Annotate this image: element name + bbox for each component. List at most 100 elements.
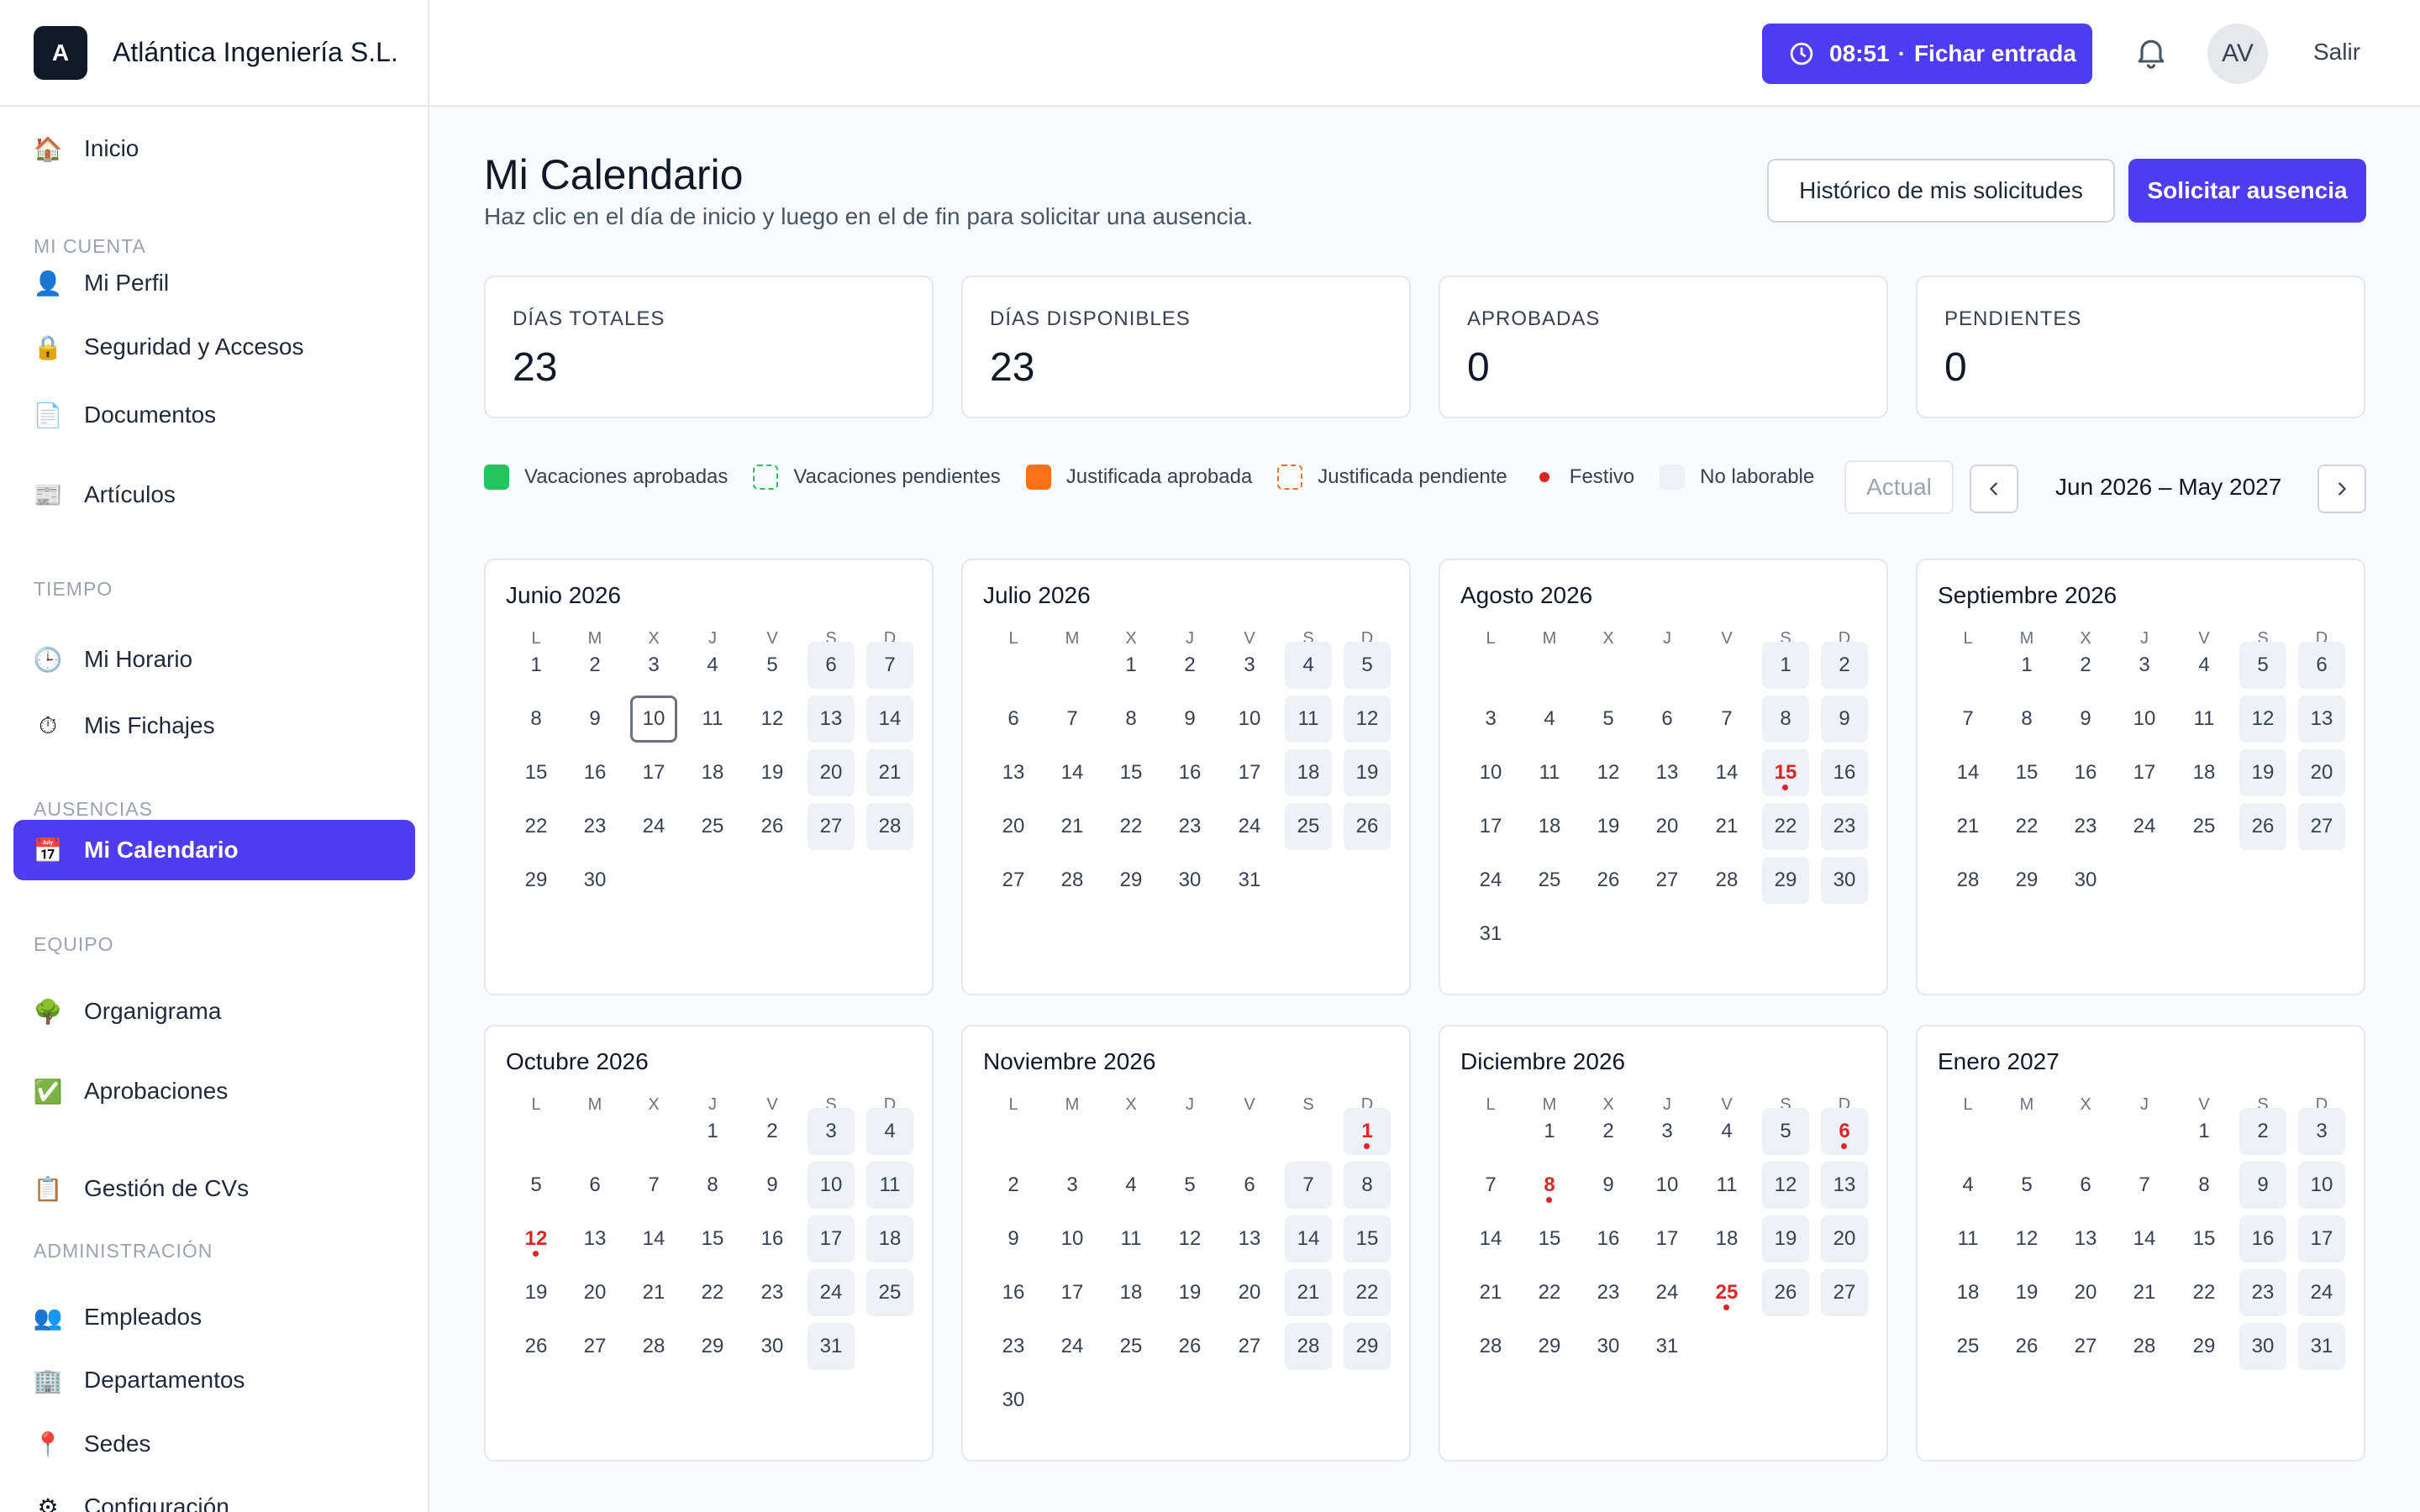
calendar-day[interactable]: 1: [1107, 642, 1155, 689]
calendar-day[interactable]: 27: [1226, 1323, 1273, 1370]
calendar-day[interactable]: 6: [1226, 1162, 1273, 1209]
sidebar-item-mi-horario[interactable]: 🕒 Mi Horario: [13, 629, 415, 690]
calendar-day[interactable]: 2: [1821, 642, 1868, 689]
calendar-day[interactable]: 14: [1467, 1215, 1514, 1263]
calendar-day[interactable]: 15: [513, 749, 560, 796]
calendar-day[interactable]: 30: [990, 1377, 1037, 1424]
clock-in-button[interactable]: 08:51 · Fichar entrada: [1762, 24, 2092, 84]
calendar-day[interactable]: 19: [1344, 749, 1391, 796]
sidebar-item-artículos[interactable]: 📰 Artículos: [13, 465, 415, 525]
sidebar-item-mis-fichajes[interactable]: ⏱ Mis Fichajes: [13, 696, 415, 756]
calendar-day[interactable]: 20: [808, 749, 855, 796]
calendar-day[interactable]: 29: [2003, 857, 2050, 904]
calendar-day[interactable]: 18: [1526, 803, 1573, 850]
calendar-day[interactable]: 4: [1107, 1162, 1155, 1209]
calendar-day[interactable]: 5: [513, 1162, 560, 1209]
calendar-day[interactable]: 3: [1049, 1162, 1096, 1209]
sidebar-item-mi-perfil[interactable]: 👤 Mi Perfil: [13, 253, 415, 313]
calendar-day[interactable]: 28: [2121, 1323, 2168, 1370]
calendar-day[interactable]: 16: [2062, 749, 2109, 796]
current-period-button[interactable]: Actual: [1844, 460, 1954, 514]
sidebar-item-inicio[interactable]: 🏠 Inicio: [13, 118, 415, 179]
calendar-day[interactable]: 30: [571, 857, 618, 904]
calendar-day[interactable]: 22: [689, 1269, 736, 1316]
calendar-day[interactable]: 1: [2181, 1108, 2228, 1155]
calendar-day[interactable]: 6: [1644, 696, 1691, 743]
calendar-day[interactable]: 27: [1644, 857, 1691, 904]
calendar-day[interactable]: 14: [630, 1215, 677, 1263]
calendar-day[interactable]: 1: [1762, 642, 1809, 689]
calendar-day[interactable]: 25: [1285, 803, 1332, 850]
calendar-day[interactable]: 11: [866, 1162, 913, 1209]
calendar-day[interactable]: 11: [1944, 1215, 1991, 1263]
calendar-day[interactable]: 7: [866, 642, 913, 689]
calendar-day[interactable]: 8: [1107, 696, 1155, 743]
sidebar-item-departamentos[interactable]: 🏢 Departamentos: [13, 1350, 415, 1410]
history-button[interactable]: Histórico de mis solicitudes: [1767, 159, 2115, 223]
calendar-day[interactable]: 22: [2181, 1269, 2228, 1316]
calendar-day[interactable]: 28: [866, 803, 913, 850]
calendar-day[interactable]: 2: [2062, 642, 2109, 689]
calendar-day[interactable]: 7: [630, 1162, 677, 1209]
calendar-day[interactable]: 12: [513, 1215, 560, 1263]
calendar-day[interactable]: 3: [808, 1108, 855, 1155]
calendar-day[interactable]: 14: [1285, 1215, 1332, 1263]
calendar-day[interactable]: 4: [1703, 1108, 1750, 1155]
previous-button[interactable]: [1970, 465, 2018, 513]
calendar-day[interactable]: 16: [990, 1269, 1037, 1316]
calendar-day[interactable]: 19: [1166, 1269, 1213, 1316]
calendar-day[interactable]: 1: [513, 642, 560, 689]
calendar-day[interactable]: 17: [2298, 1215, 2345, 1263]
calendar-day[interactable]: 21: [630, 1269, 677, 1316]
calendar-day[interactable]: 13: [1821, 1162, 1868, 1209]
calendar-day[interactable]: 13: [2298, 696, 2345, 743]
calendar-day[interactable]: 1: [689, 1108, 736, 1155]
calendar-day[interactable]: 12: [1585, 749, 1632, 796]
calendar-day[interactable]: 10: [630, 696, 677, 743]
calendar-day[interactable]: 15: [2003, 749, 2050, 796]
calendar-day[interactable]: 29: [1107, 857, 1155, 904]
calendar-day[interactable]: 17: [1467, 803, 1514, 850]
calendar-day[interactable]: 10: [1049, 1215, 1096, 1263]
calendar-day[interactable]: 25: [866, 1269, 913, 1316]
calendar-day[interactable]: 12: [2003, 1215, 2050, 1263]
calendar-day[interactable]: 10: [2298, 1162, 2345, 1209]
calendar-day[interactable]: 23: [990, 1323, 1037, 1370]
calendar-day[interactable]: 25: [1944, 1323, 1991, 1370]
calendar-day[interactable]: 7: [1467, 1162, 1514, 1209]
calendar-day[interactable]: 23: [1821, 803, 1868, 850]
calendar-day[interactable]: 2: [2239, 1108, 2286, 1155]
calendar-day[interactable]: 23: [571, 803, 618, 850]
sidebar-item-configuración[interactable]: ⚙ Configuración: [13, 1477, 415, 1512]
calendar-day[interactable]: 2: [990, 1162, 1037, 1209]
calendar-day[interactable]: 11: [1703, 1162, 1750, 1209]
calendar-day[interactable]: 23: [2062, 803, 2109, 850]
calendar-day[interactable]: 19: [1585, 803, 1632, 850]
calendar-day[interactable]: 30: [1166, 857, 1213, 904]
calendar-day[interactable]: 16: [749, 1215, 796, 1263]
calendar-day[interactable]: 20: [1821, 1215, 1868, 1263]
calendar-day[interactable]: 26: [1762, 1269, 1809, 1316]
calendar-day[interactable]: 15: [689, 1215, 736, 1263]
calendar-day[interactable]: 14: [1049, 749, 1096, 796]
calendar-day[interactable]: 27: [990, 857, 1037, 904]
calendar-day[interactable]: 18: [689, 749, 736, 796]
calendar-day[interactable]: 8: [2003, 696, 2050, 743]
calendar-day[interactable]: 19: [2003, 1269, 2050, 1316]
calendar-day[interactable]: 13: [990, 749, 1037, 796]
sidebar-item-organigrama[interactable]: 🌳 Organigrama: [13, 981, 415, 1042]
calendar-day[interactable]: 31: [1226, 857, 1273, 904]
calendar-day[interactable]: 22: [2003, 803, 2050, 850]
calendar-day[interactable]: 9: [1821, 696, 1868, 743]
calendar-day[interactable]: 15: [2181, 1215, 2228, 1263]
calendar-day[interactable]: 21: [2121, 1269, 2168, 1316]
calendar-day[interactable]: 5: [2239, 642, 2286, 689]
calendar-day[interactable]: 12: [1762, 1162, 1809, 1209]
calendar-day[interactable]: 26: [513, 1323, 560, 1370]
calendar-day[interactable]: 12: [749, 696, 796, 743]
calendar-day[interactable]: 23: [749, 1269, 796, 1316]
calendar-day[interactable]: 9: [1585, 1162, 1632, 1209]
calendar-day[interactable]: 18: [866, 1215, 913, 1263]
calendar-day[interactable]: 4: [866, 1108, 913, 1155]
calendar-day[interactable]: 7: [1285, 1162, 1332, 1209]
